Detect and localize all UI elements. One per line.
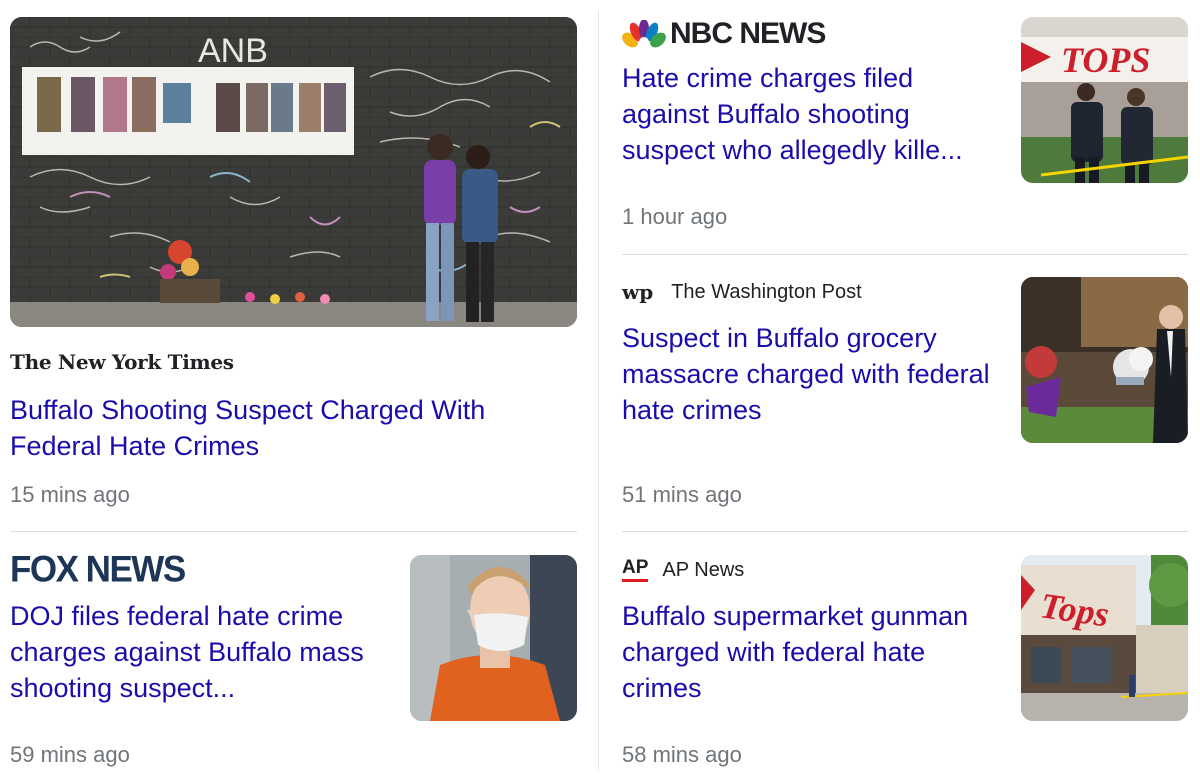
divider-right-1 (622, 254, 1188, 255)
article-time-fox: 59 mins ago (10, 742, 130, 767)
suspect-image (410, 555, 577, 721)
publisher-wapo: wp The Washington Post (622, 278, 862, 306)
article-headline-nyt[interactable]: Buffalo Shooting Suspect Charged With Fe… (10, 392, 570, 464)
publisher-nbc: NBC NEWS (622, 15, 826, 53)
article-headline-wapo[interactable]: Suspect in Buffalo grocery massacre char… (622, 320, 1002, 428)
ap-logo: AP (622, 558, 649, 582)
article-thumbnail-police-tops[interactable]: TOPS (1021, 17, 1188, 183)
article-time-wapo: 51 mins ago (622, 482, 742, 507)
article-headline-ap[interactable]: Buffalo supermarket gunman charged with … (622, 598, 1012, 706)
washington-post-logo: wp (622, 280, 654, 304)
article-headline-nbc[interactable]: Hate crime charges filed against Buffalo… (622, 60, 1002, 168)
nbc-peacock-icon (622, 20, 666, 48)
memorial-visit-image (1021, 277, 1188, 443)
nbc-news-logo: NBC NEWS (670, 17, 826, 50)
publisher-name-wapo: The Washington Post (671, 280, 862, 303)
nyt-logo: The New York Times (10, 350, 234, 374)
article-headline-fox[interactable]: DOJ files federal hate crime charges aga… (10, 598, 390, 706)
publisher-ap: AP AP News (622, 556, 744, 584)
divider-left-1 (10, 531, 577, 532)
article-thumbnail-memorial[interactable]: ANB (10, 17, 577, 327)
publisher-nyt: The New York Times (10, 348, 234, 376)
article-thumbnail-memorial-visit[interactable] (1021, 277, 1188, 443)
fox-news-logo: FOX NEWS (10, 549, 186, 590)
column-divider (598, 10, 599, 770)
article-time-nbc: 1 hour ago (622, 204, 728, 229)
divider-right-2 (622, 531, 1188, 532)
svg-text:ANB: ANB (198, 32, 268, 70)
article-time-ap: 58 mins ago (622, 742, 742, 767)
publisher-name-ap: AP News (662, 558, 745, 581)
svg-text:TOPS: TOPS (1061, 40, 1150, 80)
police-at-tops-image: TOPS (1021, 17, 1188, 183)
article-thumbnail-suspect[interactable] (410, 555, 577, 721)
article-thumbnail-tops-storefront[interactable]: Tops (1021, 555, 1188, 721)
memorial-wall-image: ANB (10, 17, 577, 327)
publisher-fox: FOX NEWS (10, 549, 186, 590)
article-time-nyt: 15 mins ago (10, 482, 130, 507)
tops-storefront-image: Tops (1021, 555, 1188, 721)
